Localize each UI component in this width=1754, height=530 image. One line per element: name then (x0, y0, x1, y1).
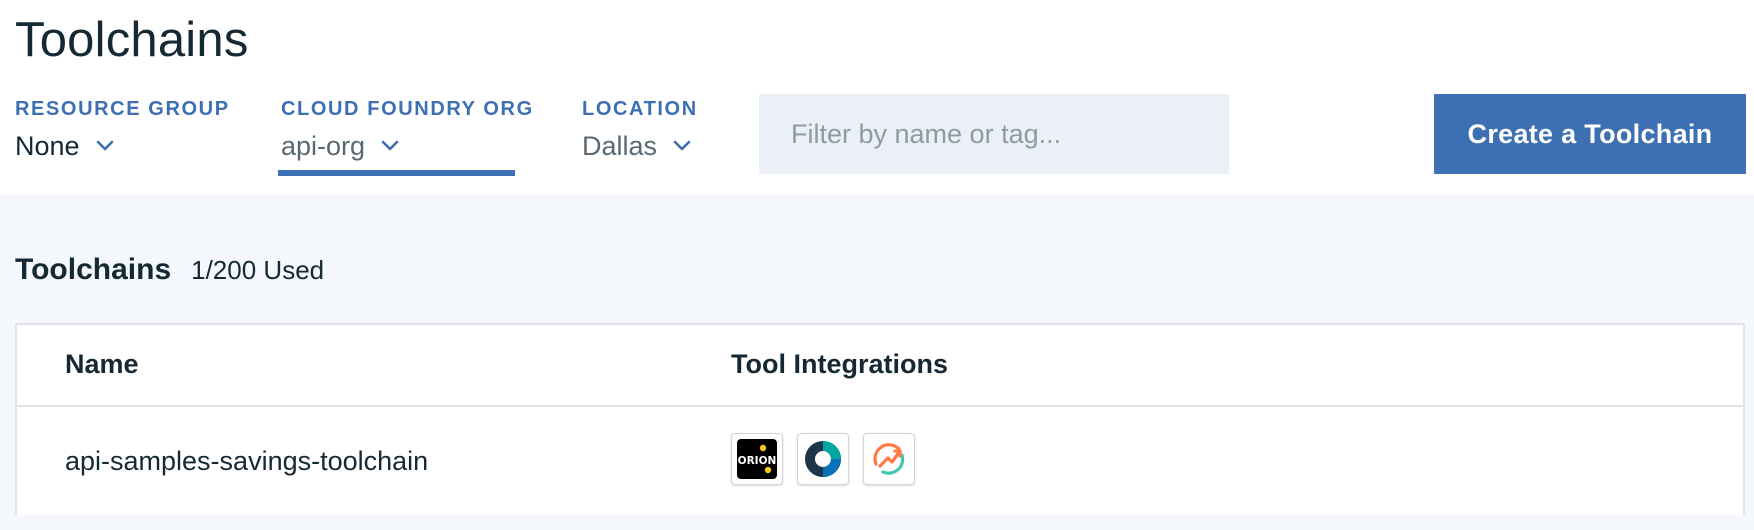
section-header: Toolchains 1/200 Used (15, 253, 324, 287)
page-title: Toolchains (15, 13, 249, 67)
resource-group-label: RESOURCE GROUP (15, 98, 230, 120)
usage-count: 1/200 Used (191, 255, 325, 285)
orion-icon-text: ORION (738, 455, 777, 467)
resource-group-filter[interactable]: RESOURCE GROUP None (15, 96, 230, 162)
devops-insights-tile[interactable] (863, 433, 915, 485)
chevron-down-icon (673, 140, 691, 151)
resource-group-value: None (15, 131, 80, 161)
location-value: Dallas (582, 131, 658, 161)
location-filter[interactable]: LOCATION Dallas (582, 96, 698, 162)
tool-integrations: ORION (731, 433, 915, 485)
cloud-foundry-org-value: api-org (281, 131, 366, 161)
section-title: Toolchains (15, 253, 172, 286)
active-filter-underline (278, 170, 515, 176)
devops-insights-icon (873, 443, 905, 475)
toolchains-table: Name Tool Integrations api-samples-savin… (15, 323, 1745, 515)
chevron-down-icon (96, 140, 113, 151)
orion-web-ide-tile[interactable]: ORION (731, 433, 783, 485)
location-dropdown[interactable]: Dallas (582, 130, 698, 162)
search-input[interactable] (759, 94, 1229, 174)
page-header: Toolchains RESOURCE GROUP None CLOUD FOU… (0, 0, 1754, 195)
location-label: LOCATION (582, 98, 698, 120)
table-row[interactable]: api-samples-savings-toolchain ORION (17, 407, 1743, 515)
delivery-pipeline-icon (805, 441, 841, 477)
delivery-pipeline-tile[interactable] (797, 433, 849, 485)
create-toolchain-button[interactable]: Create a Toolchain (1434, 94, 1746, 174)
toolchains-section: Toolchains 1/200 Used Name Tool Integrat… (0, 195, 1754, 530)
resource-group-dropdown[interactable]: None (15, 130, 230, 162)
chevron-down-icon (381, 140, 399, 151)
toolchain-name-link[interactable]: api-samples-savings-toolchain (65, 445, 428, 477)
cloud-foundry-org-dropdown[interactable]: api-org (281, 130, 534, 162)
orion-web-ide-icon: ORION (737, 439, 777, 479)
column-header-name[interactable]: Name (65, 348, 139, 380)
column-header-tool-integrations[interactable]: Tool Integrations (731, 348, 948, 380)
table-header: Name Tool Integrations (17, 325, 1743, 407)
cloud-foundry-org-label: CLOUD FOUNDRY ORG (281, 98, 534, 120)
cloud-foundry-org-filter[interactable]: CLOUD FOUNDRY ORG api-org (278, 96, 534, 176)
